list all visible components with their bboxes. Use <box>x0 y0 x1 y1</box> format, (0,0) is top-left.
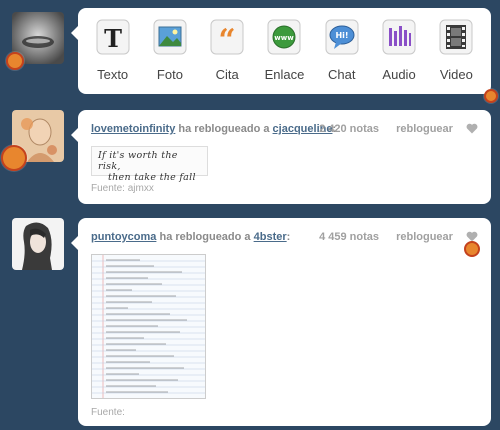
post-type-label: Audio <box>382 67 416 82</box>
text-icon: T <box>93 16 133 58</box>
photo-icon <box>150 16 190 58</box>
quote-line: then take the fall <box>108 172 196 183</box>
audio-icon <box>379 16 419 58</box>
post-type-link[interactable]: www Enlace <box>256 16 312 82</box>
post-type-label: Enlace <box>264 67 305 82</box>
source-label: Fuente: <box>91 183 125 194</box>
quote-icon: “ <box>207 16 247 58</box>
post-author-link[interactable]: lovemetoinfinity <box>91 123 175 135</box>
post-card: puntoycoma ha reblogueado a 4bster: 4 45… <box>71 218 491 426</box>
quote-image[interactable]: If it's worth the risk, then take the fa… <box>91 146 208 183</box>
video-icon <box>436 16 476 58</box>
post-type-label: Video <box>439 67 473 82</box>
reblog-button[interactable]: rebloguear <box>396 231 453 243</box>
notebook-page-image[interactable] <box>91 254 206 399</box>
post-type-bar: T Texto Foto “ Cita www Enlace Hi! Chat … <box>71 8 491 94</box>
source-label: Fuente: <box>91 407 125 418</box>
post-type-label: Chat <box>328 67 356 82</box>
post-type-label: Cita <box>215 67 239 82</box>
post-source: Fuente: <box>91 407 125 418</box>
reblog-button[interactable]: rebloguear <box>396 123 453 135</box>
post-actions: 2 420 notas rebloguear <box>319 123 478 137</box>
post-author-link[interactable]: puntoycoma <box>91 231 156 243</box>
chat-icon: Hi! <box>322 16 362 58</box>
notification-indicator <box>6 52 24 70</box>
link-icon: www <box>264 16 304 58</box>
notification-indicator <box>1 145 27 171</box>
header-colon: : <box>286 231 291 243</box>
post-type-video[interactable]: Video <box>428 16 484 82</box>
notification-indicator <box>484 89 498 103</box>
notes-count[interactable]: 4 459 notas <box>319 231 379 243</box>
post-type-chat[interactable]: Hi! Chat <box>314 16 370 82</box>
reblog-verb: ha reblogueado a <box>159 231 251 243</box>
post-card: lovemetoinfinity ha reblogueado a cjacqu… <box>71 110 491 204</box>
post-actions: 4 459 notas rebloguear <box>319 231 478 245</box>
notes-count[interactable]: 2 420 notas <box>319 123 379 135</box>
notification-indicator <box>464 241 480 257</box>
post-header: lovemetoinfinity ha reblogueado a cjacqu… <box>91 123 478 135</box>
source-link[interactable]: ajmxx <box>128 183 154 194</box>
post-source: Fuente: ajmxx <box>91 183 154 194</box>
like-heart-icon[interactable] <box>466 123 478 137</box>
post-type-label: Foto <box>156 67 183 82</box>
post-type-photo[interactable]: Foto <box>142 16 198 82</box>
quote-line: If it's worth the risk, <box>98 150 178 172</box>
reblog-source-link[interactable]: 4bster <box>254 231 287 243</box>
post-type-label: Texto <box>97 67 129 82</box>
svg-text:T: T <box>104 24 122 53</box>
svg-text:www: www <box>275 34 295 42</box>
post-avatar[interactable] <box>12 218 64 270</box>
reblog-verb: ha reblogueado a <box>178 123 270 135</box>
svg-text:“: “ <box>219 23 236 58</box>
svg-text:Hi!: Hi! <box>335 31 348 40</box>
post-type-quote[interactable]: “ Cita <box>199 16 255 82</box>
post-type-text[interactable]: T Texto <box>85 16 141 82</box>
post-header: puntoycoma ha reblogueado a 4bster: 4 45… <box>91 231 478 243</box>
post-type-audio[interactable]: Audio <box>371 16 427 82</box>
